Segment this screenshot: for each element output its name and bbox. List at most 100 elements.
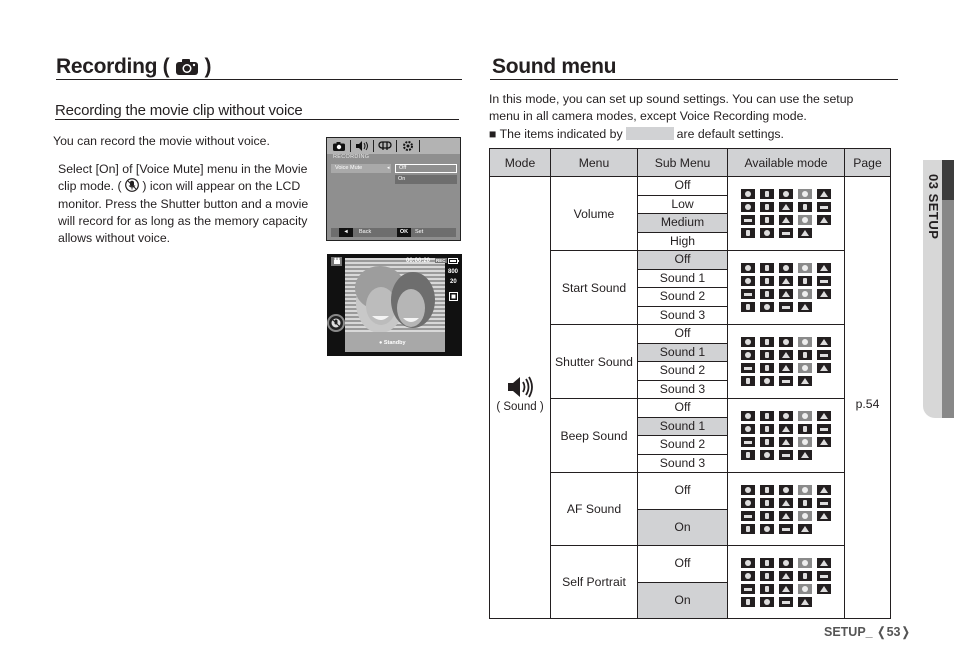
sub-menu-cell: Sound 3 [637,305,728,325]
menu-cell: Volume [550,176,638,251]
sunset-icon [741,215,755,225]
left-arrow-icon: ◂ [387,165,390,171]
legend-note: ■ The items indicated by are default sett… [489,126,784,141]
dual-is-icon [779,263,793,273]
close-up-icon [798,424,812,434]
smart-auto-icon [798,263,812,273]
movie-icon [798,450,812,460]
text-icon [817,202,831,212]
page-footer: SETUP_ ❬53❭ [824,625,911,639]
program-icon [760,189,774,199]
movie-icon [798,596,812,607]
sub-menu-cell: Off [637,176,728,196]
backlight-icon [779,215,793,225]
sub-menu-cell: Sound 1 [637,342,728,362]
cafe-icon [779,450,793,460]
mode-cell: ( Sound ) [489,176,551,619]
dual-is-icon [779,484,793,495]
sunset-icon [741,510,755,521]
dawn-icon [760,363,774,373]
dual-is-icon [779,189,793,199]
dawn-icon [760,215,774,225]
sub-menu-cell: On [637,581,728,619]
sub-menu-cell: Sound 2 [637,361,728,381]
speaker-icon [508,376,533,398]
self-shot-icon [741,450,755,460]
table-row: ( Sound ) Volume Off p.54 [489,176,891,619]
firework-icon [798,363,812,373]
menu-cell: Start Sound [550,250,638,325]
sunset-icon [741,289,755,299]
self-shot-icon [741,376,755,386]
program-icon [760,263,774,273]
auto-icon [741,189,755,199]
dual-is-icon [779,411,793,421]
sunset-icon [741,363,755,373]
smart-auto-icon [798,411,812,421]
lcd-footer: ◄ Back OK Set [331,228,456,237]
landscape-icon [779,350,793,360]
smart-auto-icon [798,557,812,568]
lcd-option-on: On [395,175,457,184]
food-icon [760,523,774,534]
night-icon [817,189,831,199]
text-icon [817,276,831,286]
night-icon [817,337,831,347]
tab-divider [419,140,420,152]
sunset-icon [741,437,755,447]
menu-cell: AF Sound [550,472,638,546]
sub-menu-cell: High [637,231,728,251]
firework-icon [798,215,812,225]
auto-icon [741,263,755,273]
header-sub-menu: Sub Menu [637,148,728,177]
backlight-icon [779,363,793,373]
movie-icon [798,302,812,312]
night-icon [817,557,831,568]
available-mode-cell [727,398,845,473]
dawn-icon [760,510,774,521]
back-key: ◄ [339,228,353,237]
landscape-icon [779,424,793,434]
movie-icon [798,523,812,534]
self-shot-icon [741,523,755,534]
program-icon [760,337,774,347]
backlight-icon [779,437,793,447]
available-mode-cell [727,176,845,251]
sub-menu-cell: Sound 1 [637,416,728,436]
table-row: Beep Sound Off [490,398,891,473]
cafe-icon [779,596,793,607]
rec-badge: REC [435,258,447,263]
available-mode-cell [727,545,845,619]
sub-menu-cell: Low [637,194,728,214]
tab-divider [373,140,374,152]
table-header-row: Mode Menu Sub Menu Available mode Page [489,148,891,177]
standby-status: ● Standby [379,340,406,346]
page-cell: p.54 [844,176,891,619]
landscape-icon [779,497,793,508]
menu-cell: Shutter Sound [550,324,638,399]
sub-menu-cell: Sound 2 [637,287,728,307]
backlight-icon [779,510,793,521]
food-icon [760,450,774,460]
beach-snow-icon [817,215,831,225]
smart-auto-icon [798,484,812,495]
beauty-shot-icon [741,202,755,212]
cafe-icon [779,523,793,534]
table-row: Self Portrait Off [490,545,891,619]
beach-snow-icon [817,583,831,594]
sub-menu-cell: Off [637,472,728,510]
sub-menu-cell: Sound 2 [637,435,728,455]
night-icon [817,411,831,421]
sub-menu-cell: Off [637,250,728,270]
title-rule [490,79,898,80]
table-row: Start Sound Off [490,250,891,325]
side-tab-marker [942,160,954,200]
mode-icon-grid [728,187,844,240]
header-mode: Mode [489,148,551,177]
food-icon [760,228,774,238]
auto-icon [741,484,755,495]
camera-icon [175,59,198,75]
mode-icon-grid [728,556,844,609]
section-title-sound-menu: Sound menu [492,55,617,78]
mode-icon-grid [728,483,844,536]
